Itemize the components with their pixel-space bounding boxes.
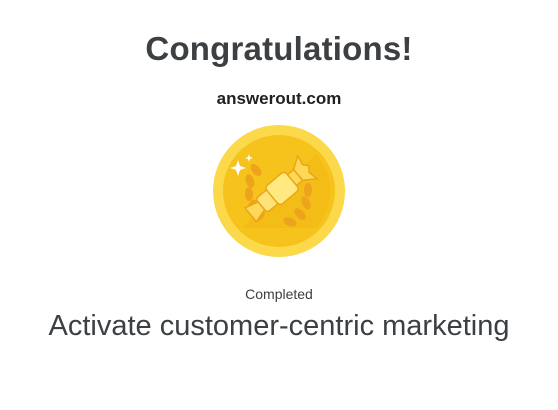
completion-status: Completed — [245, 286, 313, 302]
achievement-badge — [212, 124, 346, 258]
site-name: answerout.com — [216, 89, 342, 108]
cracker-icon — [213, 125, 345, 257]
achievement-page: Congratulations! answerout.com Completed… — [0, 0, 558, 410]
course-title: Activate customer-centric marketing — [48, 310, 510, 342]
page-title: Congratulations! — [145, 30, 413, 67]
